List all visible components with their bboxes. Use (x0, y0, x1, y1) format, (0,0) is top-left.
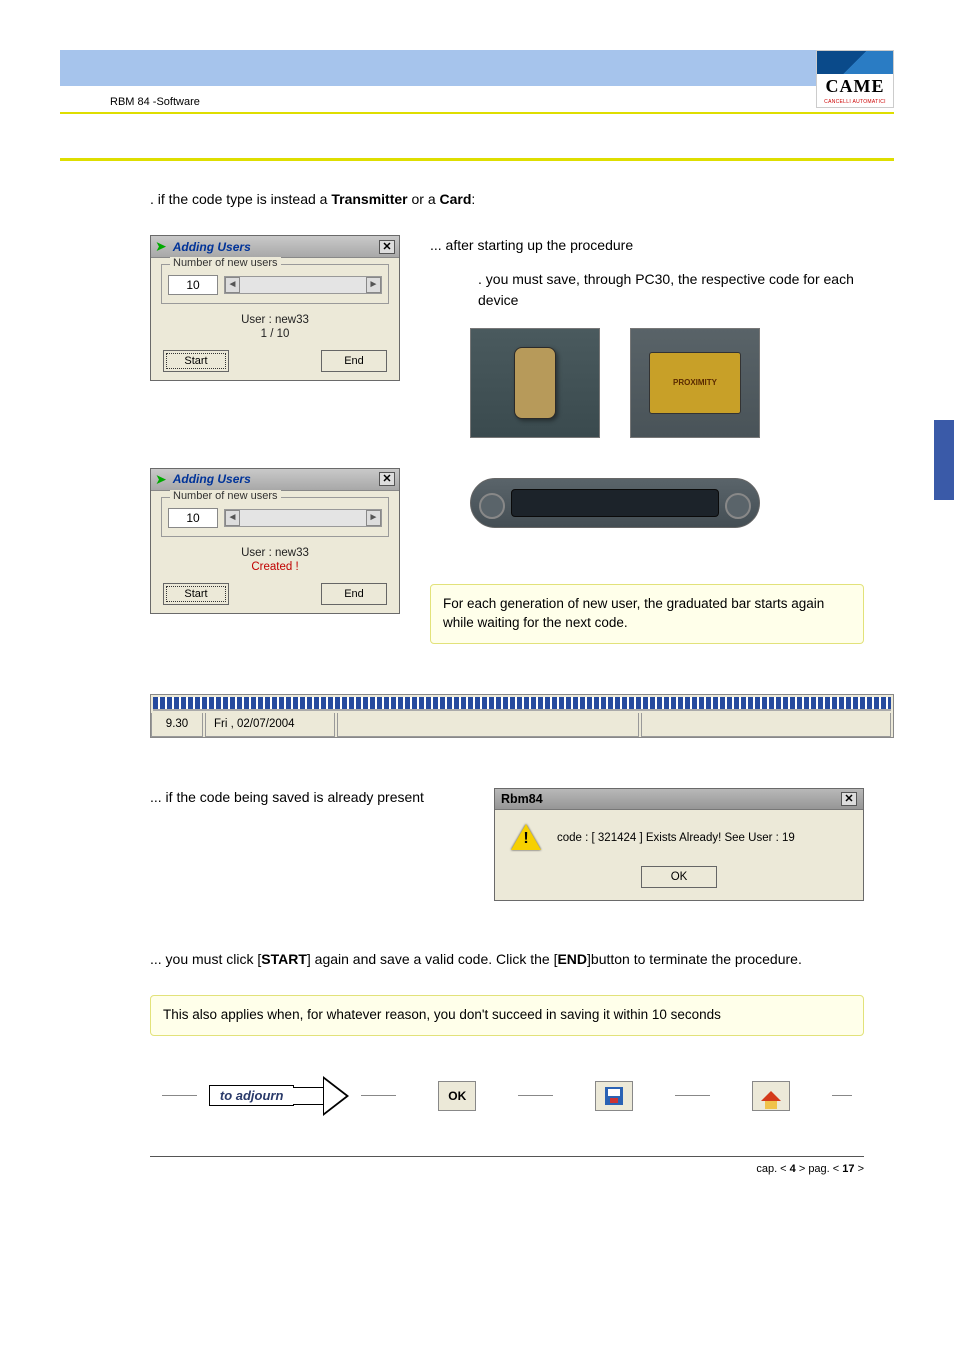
intro-prefix: . if the code type is instead a (150, 191, 331, 207)
start-button[interactable]: Start (163, 583, 229, 605)
close-icon[interactable]: ✕ (379, 472, 395, 486)
error-dialog: Rbm84 ✕ code : [ 321424 ] Exists Already… (494, 788, 864, 901)
intro-text: . if the code type is instead a Transmit… (150, 191, 864, 207)
slider-right-icon[interactable]: ► (366, 510, 381, 526)
status-date: Fri , 02/07/2004 (205, 713, 335, 737)
right-text-2: . you must save, through PC30, the respe… (430, 269, 864, 310)
status-empty-1 (337, 713, 639, 737)
para3-pre: ... you must click [ (150, 951, 261, 967)
intro-mid: or a (408, 191, 440, 207)
dialog1-title: Adding Users (173, 240, 373, 254)
intro-suffix: : (471, 191, 475, 207)
flag-icon: ➤ (155, 471, 167, 488)
ok-toolbar-button[interactable]: OK (438, 1081, 476, 1111)
receiver-image (470, 478, 760, 528)
intro-bold-transmitter: Transmitter (331, 191, 407, 207)
logo-subtext: CANCELLI AUTOMATICI (817, 99, 893, 107)
dialog1-user-line: User : new33 (161, 314, 389, 326)
para3-post: ]button to terminate the procedure. (587, 951, 802, 967)
close-icon[interactable]: ✕ (841, 792, 857, 806)
transmitter-image (470, 328, 600, 438)
end-button[interactable]: End (321, 583, 387, 605)
doc-title: RBM 84 -Software (60, 88, 894, 114)
right-text-1: ... after starting up the procedure (430, 235, 864, 255)
dialog1-progress: 1 / 10 (161, 328, 389, 340)
side-tab (934, 420, 954, 500)
note-graduated-bar: For each generation of new user, the gra… (430, 584, 864, 644)
progress-stripes (153, 697, 891, 711)
para-start-end: ... you must click [START] again and sav… (150, 951, 864, 967)
start-button[interactable]: Start (163, 350, 229, 372)
slider-left-icon[interactable]: ◄ (225, 277, 240, 293)
slider-track[interactable]: ◄ ► (224, 509, 382, 527)
footer-pre: cap. < (756, 1163, 789, 1175)
note-ten-seconds: This also applies when, for whatever rea… (150, 995, 864, 1036)
para-code-present: ... if the code being saved is already p… (150, 788, 434, 808)
warning-icon (511, 824, 541, 852)
error-dialog-title: Rbm84 (501, 792, 543, 806)
ok-label: OK (448, 1089, 466, 1103)
intro-bold-card: Card (440, 191, 472, 207)
error-message-text: code : [ 321424 ] Exists Already! See Us… (557, 832, 795, 844)
slider-right-icon[interactable]: ► (366, 277, 381, 293)
adding-users-dialog-2: ➤ Adding Users ✕ Number of new users 10 … (150, 468, 400, 614)
ok-button[interactable]: OK (641, 866, 717, 888)
para3-mid: ] again and save a valid code. Click the… (307, 951, 558, 967)
footer-pag: 17 (842, 1163, 854, 1175)
num-users-input[interactable]: 10 (168, 275, 218, 295)
num-users-input[interactable]: 10 (168, 508, 218, 528)
adjourn-arrow: to adjourn (209, 1076, 350, 1116)
status-empty-2 (641, 713, 891, 737)
logo-text: CAME (817, 74, 893, 99)
footer-mid: > pag. < (796, 1163, 842, 1175)
flag-icon: ➤ (155, 238, 167, 255)
para3-end: END (557, 951, 587, 967)
slider-left-icon[interactable]: ◄ (225, 510, 240, 526)
dialog2-user-line: User : new33 (161, 547, 389, 559)
proximity-card-image (630, 328, 760, 438)
para3-start: START (261, 951, 307, 967)
page-footer: cap. < 4 > pag. < 17 > (150, 1156, 864, 1175)
status-bar: 9.30 Fri , 02/07/2004 (150, 694, 894, 738)
save-toolbar-button[interactable] (595, 1081, 633, 1111)
slider-track[interactable]: ◄ ► (224, 276, 382, 294)
status-time: 9.30 (151, 713, 203, 737)
end-button[interactable]: End (321, 350, 387, 372)
dialog1-legend: Number of new users (170, 257, 281, 269)
home-icon (761, 1091, 781, 1101)
footer-post: > (855, 1163, 864, 1175)
came-logo: CAME CANCELLI AUTOMATICI (816, 50, 894, 108)
dialog2-legend: Number of new users (170, 490, 281, 502)
home-toolbar-button[interactable] (752, 1081, 790, 1111)
close-icon[interactable]: ✕ (379, 240, 395, 254)
header-bar (60, 50, 894, 86)
adding-users-dialog-1: ➤ Adding Users ✕ Number of new users 10 … (150, 235, 400, 381)
dialog2-created: Created ! (161, 561, 389, 573)
dialog2-title: Adding Users (173, 472, 373, 486)
save-icon (605, 1087, 623, 1105)
adjourn-label: to adjourn (209, 1085, 295, 1106)
